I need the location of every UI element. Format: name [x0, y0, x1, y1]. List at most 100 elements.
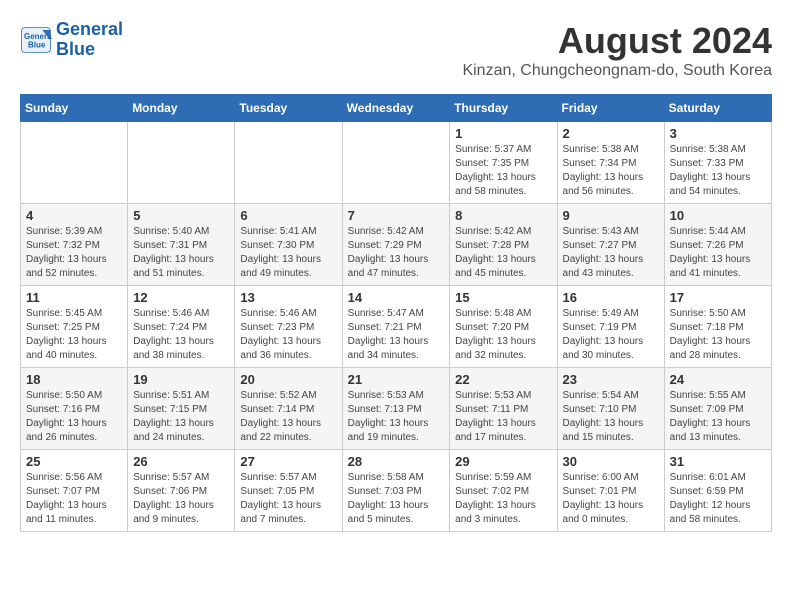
day-number: 30: [563, 454, 659, 469]
calendar-cell: 29Sunrise: 5:59 AMSunset: 7:02 PMDayligh…: [450, 450, 557, 532]
day-detail: Sunrise: 5:50 AMSunset: 7:16 PMDaylight:…: [26, 389, 122, 445]
calendar-cell: 4 Sunrise: 5:39 AMSunset: 7:32 PMDaylight…: [21, 204, 128, 286]
day-detail: Sunrise: 5:56 AMSunset: 7:07 PMDaylight:…: [26, 471, 122, 527]
logo-text-line1: General: [56, 20, 123, 40]
weekday-header-row: SundayMondayTuesdayWednesdayThursdayFrid…: [21, 95, 772, 122]
calendar-cell: 17Sunrise: 5:50 AMSunset: 7:18 PMDayligh…: [664, 286, 771, 368]
day-number: 15: [455, 290, 551, 305]
day-number: 14: [348, 290, 445, 305]
day-number: 8: [455, 208, 551, 223]
calendar-cell: 22 Sunrise: 5:53 AMSunset: 7:11 PMDayligh…: [450, 368, 557, 450]
day-number: 31: [670, 454, 766, 469]
weekday-header-cell: Monday: [128, 95, 235, 122]
calendar-cell: 20Sunrise: 5:52 AMSunset: 7:14 PMDayligh…: [235, 368, 342, 450]
calendar-cell: 31 Sunrise: 6:01 AMSunset: 6:59 PMDayligh…: [664, 450, 771, 532]
weekday-header-cell: Thursday: [450, 95, 557, 122]
day-number: 26: [133, 454, 229, 469]
day-number: 25: [26, 454, 122, 469]
calendar-cell: 25 Sunrise: 5:56 AMSunset: 7:07 PMDayligh…: [21, 450, 128, 532]
calendar-cell: 30 Sunrise: 6:00 AMSunset: 7:01 PMDayligh…: [557, 450, 664, 532]
calendar-cell: 14 Sunrise: 5:47 AMSunset: 7:21 PMDayligh…: [342, 286, 450, 368]
day-number: 11: [26, 290, 122, 305]
day-number: 4: [26, 208, 122, 223]
day-detail: Sunrise: 5:55 AMSunset: 7:09 PMDaylight:…: [670, 389, 766, 445]
day-detail: Sunrise: 6:01 AMSunset: 6:59 PMDaylight:…: [670, 471, 766, 527]
day-detail: Sunrise: 5:41 AMSunset: 7:30 PMDaylight:…: [240, 225, 336, 281]
calendar-cell: 18 Sunrise: 5:50 AMSunset: 7:16 PMDayligh…: [21, 368, 128, 450]
day-detail: Sunrise: 6:00 AMSunset: 7:01 PMDaylight:…: [563, 471, 659, 527]
day-detail: Sunrise: 5:54 AMSunset: 7:10 PMDaylight:…: [563, 389, 659, 445]
day-number: 16: [563, 290, 659, 305]
calendar-cell: 3Sunrise: 5:38 AMSunset: 7:33 PMDaylight…: [664, 122, 771, 204]
calendar-cell: 7 Sunrise: 5:42 AMSunset: 7:29 PMDaylight…: [342, 204, 450, 286]
day-detail: Sunrise: 5:53 AMSunset: 7:11 PMDaylight:…: [455, 389, 551, 445]
day-detail: Sunrise: 5:38 AMSunset: 7:34 PMDaylight:…: [563, 143, 659, 199]
calendar-cell: 12Sunrise: 5:46 AMSunset: 7:24 PMDayligh…: [128, 286, 235, 368]
weekday-header-cell: Sunday: [21, 95, 128, 122]
calendar-cell: 19Sunrise: 5:51 AMSunset: 7:15 PMDayligh…: [128, 368, 235, 450]
calendar-cell: 28 Sunrise: 5:58 AMSunset: 7:03 PMDayligh…: [342, 450, 450, 532]
day-number: 10: [670, 208, 766, 223]
calendar-week-row: 4 Sunrise: 5:39 AMSunset: 7:32 PMDaylight…: [21, 204, 772, 286]
day-detail: Sunrise: 5:52 AMSunset: 7:14 PMDaylight:…: [240, 389, 336, 445]
calendar-week-row: 1Sunrise: 5:37 AMSunset: 7:35 PMDaylight…: [21, 122, 772, 204]
calendar-subtitle: Kinzan, Chungcheongnam-do, South Korea: [462, 62, 772, 80]
calendar-cell: 23 Sunrise: 5:54 AMSunset: 7:10 PMDayligh…: [557, 368, 664, 450]
day-number: 23: [563, 372, 659, 387]
calendar-cell: [128, 122, 235, 204]
day-detail: Sunrise: 5:50 AMSunset: 7:18 PMDaylight:…: [670, 307, 766, 363]
day-detail: Sunrise: 5:37 AMSunset: 7:35 PMDaylight:…: [455, 143, 551, 199]
weekday-header-cell: Saturday: [664, 95, 771, 122]
day-detail: Sunrise: 5:48 AMSunset: 7:20 PMDaylight:…: [455, 307, 551, 363]
weekday-header-cell: Wednesday: [342, 95, 450, 122]
calendar-cell: [342, 122, 450, 204]
calendar-cell: 5 Sunrise: 5:40 AMSunset: 7:31 PMDaylight…: [128, 204, 235, 286]
calendar-cell: 2 Sunrise: 5:38 AMSunset: 7:34 PMDaylight…: [557, 122, 664, 204]
day-detail: Sunrise: 5:53 AMSunset: 7:13 PMDaylight:…: [348, 389, 445, 445]
day-number: 2: [563, 126, 659, 141]
day-number: 21: [348, 372, 445, 387]
calendar-title: August 2024: [462, 20, 772, 62]
logo-text-line2: Blue: [56, 40, 123, 60]
calendar-cell: 8 Sunrise: 5:42 AMSunset: 7:28 PMDaylight…: [450, 204, 557, 286]
calendar-body: 1Sunrise: 5:37 AMSunset: 7:35 PMDaylight…: [21, 122, 772, 532]
calendar-week-row: 18 Sunrise: 5:50 AMSunset: 7:16 PMDayligh…: [21, 368, 772, 450]
day-number: 18: [26, 372, 122, 387]
day-detail: Sunrise: 5:46 AMSunset: 7:24 PMDaylight:…: [133, 307, 229, 363]
day-detail: Sunrise: 5:43 AMSunset: 7:27 PMDaylight:…: [563, 225, 659, 281]
day-detail: Sunrise: 5:57 AMSunset: 7:06 PMDaylight:…: [133, 471, 229, 527]
day-detail: Sunrise: 5:57 AMSunset: 7:05 PMDaylight:…: [240, 471, 336, 527]
calendar-cell: 26 Sunrise: 5:57 AMSunset: 7:06 PMDayligh…: [128, 450, 235, 532]
day-number: 6: [240, 208, 336, 223]
day-number: 13: [240, 290, 336, 305]
day-number: 28: [348, 454, 445, 469]
logo: General Blue General Blue: [20, 20, 123, 60]
calendar-cell: 15 Sunrise: 5:48 AMSunset: 7:20 PMDayligh…: [450, 286, 557, 368]
calendar-week-row: 11Sunrise: 5:45 AMSunset: 7:25 PMDayligh…: [21, 286, 772, 368]
day-number: 9: [563, 208, 659, 223]
day-detail: Sunrise: 5:58 AMSunset: 7:03 PMDaylight:…: [348, 471, 445, 527]
day-detail: Sunrise: 5:40 AMSunset: 7:31 PMDaylight:…: [133, 225, 229, 281]
day-number: 7: [348, 208, 445, 223]
calendar-cell: 21 Sunrise: 5:53 AMSunset: 7:13 PMDayligh…: [342, 368, 450, 450]
day-detail: Sunrise: 5:39 AMSunset: 7:32 PMDaylight:…: [26, 225, 122, 281]
day-detail: Sunrise: 5:47 AMSunset: 7:21 PMDaylight:…: [348, 307, 445, 363]
day-detail: Sunrise: 5:46 AMSunset: 7:23 PMDaylight:…: [240, 307, 336, 363]
svg-text:Blue: Blue: [28, 40, 46, 49]
day-detail: Sunrise: 5:51 AMSunset: 7:15 PMDaylight:…: [133, 389, 229, 445]
calendar-cell: 1Sunrise: 5:37 AMSunset: 7:35 PMDaylight…: [450, 122, 557, 204]
day-detail: Sunrise: 5:49 AMSunset: 7:19 PMDaylight:…: [563, 307, 659, 363]
calendar-cell: 16 Sunrise: 5:49 AMSunset: 7:19 PMDayligh…: [557, 286, 664, 368]
weekday-header-cell: Friday: [557, 95, 664, 122]
logo-icon: General Blue: [20, 26, 52, 54]
day-number: 22: [455, 372, 551, 387]
day-detail: Sunrise: 5:42 AMSunset: 7:29 PMDaylight:…: [348, 225, 445, 281]
calendar-table: SundayMondayTuesdayWednesdayThursdayFrid…: [20, 94, 772, 532]
day-number: 3: [670, 126, 766, 141]
day-detail: Sunrise: 5:44 AMSunset: 7:26 PMDaylight:…: [670, 225, 766, 281]
day-detail: Sunrise: 5:42 AMSunset: 7:28 PMDaylight:…: [455, 225, 551, 281]
day-number: 24: [670, 372, 766, 387]
calendar-cell: [235, 122, 342, 204]
day-number: 5: [133, 208, 229, 223]
calendar-cell: 11Sunrise: 5:45 AMSunset: 7:25 PMDayligh…: [21, 286, 128, 368]
